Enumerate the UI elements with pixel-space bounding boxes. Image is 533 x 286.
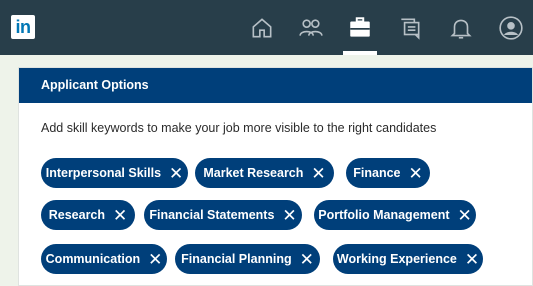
close-icon[interactable]: ✕ [148, 251, 162, 268]
jobs-icon[interactable] [347, 15, 373, 41]
skill-chip-label: Finance [353, 166, 401, 180]
active-tab-indicator [343, 51, 377, 55]
skill-chip-label: Working Experience [336, 252, 457, 266]
top-nav-bar: in [0, 0, 533, 55]
profile-icon[interactable] [498, 15, 524, 41]
panel-title: Applicant Options [19, 68, 532, 103]
close-icon[interactable]: ✕ [300, 251, 314, 268]
skill-chip-label: Interpersonal Skills [45, 166, 162, 180]
close-icon[interactable]: ✕ [458, 207, 472, 224]
skill-chip[interactable]: Financial Statements ✕ [144, 200, 302, 230]
skill-chip[interactable]: Working Experience ✕ [333, 244, 483, 274]
notifications-icon[interactable] [448, 15, 474, 41]
skill-chip[interactable]: Market Research ✕ [195, 158, 334, 188]
instructions-text: Add skill keywords to make your job more… [41, 121, 437, 135]
skill-chip-label: Financial Planning [181, 252, 292, 266]
linkedin-logo[interactable]: in [11, 15, 35, 39]
close-icon[interactable]: ✕ [465, 251, 479, 268]
skill-chip[interactable]: Interpersonal Skills ✕ [41, 158, 188, 188]
close-icon[interactable]: ✕ [113, 207, 127, 224]
messaging-icon[interactable] [397, 15, 423, 41]
skill-chip[interactable]: Portfolio Management ✕ [314, 200, 476, 230]
close-icon[interactable]: ✕ [169, 165, 183, 182]
close-icon[interactable]: ✕ [282, 207, 296, 224]
skill-chip[interactable]: Research ✕ [41, 200, 135, 230]
skill-chip-label: Financial Statements [149, 208, 275, 222]
skill-chip[interactable]: Financial Planning ✕ [175, 244, 320, 274]
close-icon[interactable]: ✕ [311, 165, 325, 182]
home-icon[interactable] [249, 15, 275, 41]
skill-chip[interactable]: Communication ✕ [41, 244, 167, 274]
my-network-icon[interactable] [298, 15, 324, 41]
skill-chip-label: Market Research [203, 166, 304, 180]
skill-chip[interactable]: Finance ✕ [346, 158, 430, 188]
skill-chip-label: Portfolio Management [318, 208, 450, 222]
applicant-options-panel: Applicant Options Add skill keywords to … [18, 67, 533, 286]
skill-chip-label: Research [48, 208, 106, 222]
close-icon[interactable]: ✕ [409, 165, 423, 182]
skill-chip-label: Communication [45, 252, 141, 266]
